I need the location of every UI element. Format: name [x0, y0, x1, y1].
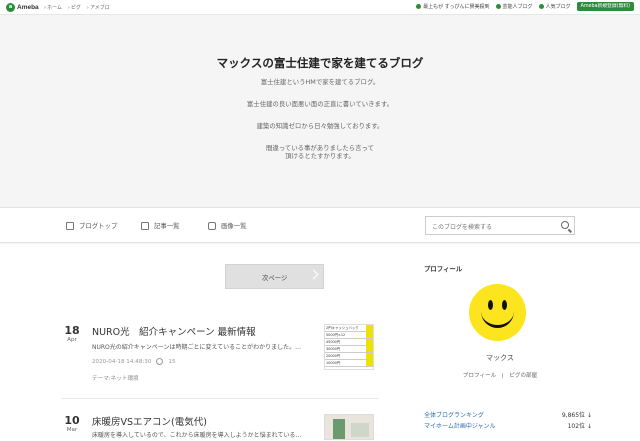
- nav-blog-top[interactable]: ブログトップ: [66, 221, 117, 230]
- profile-name[interactable]: マックス: [424, 353, 576, 363]
- article-title[interactable]: 床暖房VSエアコン(電気代): [92, 414, 207, 428]
- article-entry: 18 Apr NURO光 紹介キャンペーン 最新情報 NURO光の紹介キャンペー…: [62, 324, 378, 382]
- desc-line: 富士住建というHMで家を建てるブログ。: [260, 78, 380, 86]
- ranking-overall[interactable]: 全体ブログランキング 9,865位 ↓: [424, 410, 592, 419]
- popular-blog-link[interactable]: 人気ブログ: [538, 3, 571, 10]
- article-entry: 10 Mar 床暖房VSエアコン(電気代) 床暖房を導入しているので、これから床…: [62, 414, 378, 441]
- article-excerpt: 床暖房を導入しているので、これから床暖房を導入しようかと悩まれている…: [92, 432, 302, 439]
- ranking-genre[interactable]: マイホーム計画中ジャンル 102位 ↓: [424, 421, 592, 430]
- nav-image-list[interactable]: 画像一覧: [208, 221, 247, 230]
- nav-home[interactable]: › ホーム: [44, 4, 62, 12]
- article-excerpt: NURO光の紹介キャンペーンは時期ごとに変えていることがわかりました。…: [92, 344, 302, 351]
- article-title[interactable]: NURO光 紹介キャンペーン 最新情報: [92, 324, 256, 338]
- list-icon: [141, 221, 149, 230]
- top-bar: a Ameba › ホーム › ピグ › アメブロ 最上もが すっぴんに賛美殺到…: [0, 0, 640, 15]
- blog-nav: ブログトップ 記事一覧 画像一覧 このブログを検索する: [0, 207, 640, 243]
- celebrity-blog-link[interactable]: 芸能人ブログ: [495, 3, 533, 10]
- article-thumbnail[interactable]: 2円キャッシュバック 5000円×12 45000円 30000円 20000円…: [324, 324, 374, 370]
- next-page-button[interactable]: 次ページ: [225, 264, 324, 289]
- star-icon: [495, 4, 501, 9]
- ameba-logo[interactable]: a Ameba: [6, 2, 39, 13]
- article-date: 10 Mar: [64, 414, 80, 433]
- home-icon: [66, 221, 74, 230]
- article-thumbnail[interactable]: [324, 414, 374, 440]
- desc-line: 間違っている事がありましたら言って: [266, 144, 374, 152]
- crown-icon: [538, 4, 544, 9]
- blog-description: 富士住建というHMで家を建てるブログ。 富士住建の良い面悪い面の正直に書いていき…: [0, 78, 640, 160]
- trending-link[interactable]: 最上もが すっぴんに賛美殺到: [416, 3, 490, 10]
- nav-ameblo[interactable]: › アメブロ: [87, 4, 110, 12]
- comment-icon[interactable]: [156, 358, 164, 365]
- global-nav: › ホーム › ピグ › アメブロ: [44, 4, 110, 12]
- comment-count[interactable]: 15: [168, 359, 175, 365]
- blog-header: マックスの富士住建で家を建てるブログ 富士住建というHMで家を建てるブログ。 富…: [0, 15, 640, 207]
- trend-icon: [416, 4, 422, 9]
- ameba-logo-icon: a: [6, 3, 15, 12]
- nav-article-list[interactable]: 記事一覧: [141, 221, 180, 230]
- blog-title[interactable]: マックスの富士住建で家を建てるブログ: [0, 55, 640, 71]
- ameba-logo-text: Ameba: [17, 4, 39, 11]
- profile-heading: プロフィール: [424, 265, 463, 273]
- main-content: 次ページ 18 Apr NURO光 紹介キャンペーン 最新情報 NURO光の紹介…: [0, 244, 640, 441]
- desc-line: 建築の知識ゼロから日々勉強しております。: [256, 122, 384, 130]
- article-meta: 2020-04-18 14:48:30 15: [92, 358, 176, 365]
- top-links: 最上もが すっぴんに賛美殺到 芸能人ブログ 人気ブログ Ameba新規登録(無料…: [416, 2, 634, 11]
- search-icon[interactable]: [561, 221, 569, 229]
- profile-avatar[interactable]: [469, 284, 526, 341]
- profile-links[interactable]: プロフィール | ピグの部屋: [424, 371, 576, 379]
- desc-line: 頂けるとたすかります。: [285, 152, 355, 160]
- article-date: 18 Apr: [64, 324, 80, 343]
- chevron-right-icon: [308, 269, 319, 280]
- register-button[interactable]: Ameba新規登録(無料): [576, 2, 634, 11]
- desc-line: 富士住建の良い面悪い面の正直に書いていきます。: [246, 100, 394, 108]
- divider: [62, 398, 378, 399]
- camera-icon: [208, 221, 216, 230]
- avatar-mouth: [481, 308, 514, 328]
- blog-search-input[interactable]: このブログを検索する: [425, 216, 575, 235]
- article-theme[interactable]: テーマ:ネット環境: [92, 374, 139, 382]
- nav-pigg[interactable]: › ピグ: [68, 4, 81, 12]
